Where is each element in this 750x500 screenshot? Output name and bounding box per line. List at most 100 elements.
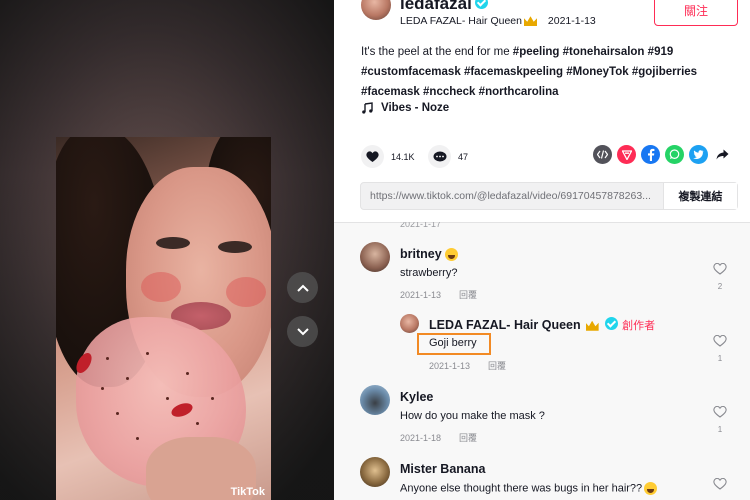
tiktok-watermark: TikTok: [230, 486, 265, 498]
video-panel: TikTok: [0, 0, 334, 500]
hashtag-link[interactable]: #facemaskpeeling: [464, 66, 563, 78]
hashtag-link[interactable]: #MoneyTok: [566, 66, 628, 78]
heart-outline-icon: [713, 405, 727, 418]
reply-button[interactable]: 回覆: [488, 361, 506, 371]
video-content-cheek: [226, 277, 266, 307]
comment-author[interactable]: Mister Banana: [400, 462, 485, 476]
caption-text: It's the peel at the end for me: [361, 46, 513, 58]
seed: [196, 422, 199, 425]
comment-author-name: LEDA FAZAL- Hair Queen: [429, 318, 581, 332]
comment-button[interactable]: [428, 145, 451, 168]
facebook-icon[interactable]: [641, 145, 660, 164]
previous-video-button[interactable]: [287, 272, 318, 303]
author-display-name: LEDA FAZAL- Hair Queen: [400, 15, 522, 27]
seed: [106, 357, 109, 360]
reply-button[interactable]: 回覆: [459, 433, 477, 443]
hashtag-link[interactable]: #customfacemask: [361, 66, 461, 78]
music-note-icon: [362, 102, 373, 114]
crown-icon: [523, 16, 537, 27]
comment-date: 2021-1-18: [400, 433, 442, 443]
chevron-up-icon: [296, 284, 309, 292]
comment-count: 47: [458, 151, 469, 162]
video-player[interactable]: TikTok: [56, 137, 271, 500]
comment-like[interactable]: [712, 477, 728, 495]
follow-button[interactable]: 關注: [654, 0, 738, 26]
heart-outline-icon: [713, 334, 727, 347]
comment-like[interactable]: 1: [712, 405, 728, 434]
hashtag-link[interactable]: #tonehairsalon: [563, 46, 645, 58]
hashtag-link[interactable]: #gojiberries: [632, 66, 697, 78]
seed: [186, 372, 189, 375]
crown-icon: [585, 320, 599, 331]
verified-icon: [605, 317, 619, 331]
next-video-button[interactable]: [287, 316, 318, 347]
author-header: ledafazal LEDA FAZAL- Hair Queen 2021-1-…: [334, 0, 750, 30]
video-link-url[interactable]: https://www.tiktok.com/@ledafazal/video/…: [361, 183, 663, 209]
video-content-eye: [156, 237, 190, 249]
comment-like[interactable]: 1: [712, 334, 728, 363]
video-content-eye: [218, 241, 252, 253]
verified-icon: [474, 0, 488, 10]
comment-action[interactable]: 47: [428, 145, 468, 168]
hashtag-link[interactable]: #peeling: [513, 46, 560, 58]
laughing-emoji-icon: [445, 248, 459, 262]
comment-text: Goji berry: [429, 337, 477, 349]
like-action[interactable]: 14.1K: [361, 145, 415, 168]
video-caption: It's the peel at the end for me #peeling…: [361, 42, 736, 102]
creator-badge: 創作者: [622, 320, 656, 332]
seed: [146, 352, 149, 355]
partial-comment-meta: 2021-1-17: [400, 222, 442, 229]
avatar[interactable]: [360, 457, 390, 487]
video-content-cheek: [141, 272, 181, 302]
comment-meta: 2021-1-18 回覆: [400, 431, 477, 444]
grinning-emoji-icon: [644, 482, 658, 495]
comment-author[interactable]: LEDA FAZAL- Hair Queen 創作者: [429, 317, 655, 333]
author-avatar[interactable]: [361, 0, 391, 20]
heart-outline-icon: [713, 477, 727, 490]
seed: [126, 377, 129, 380]
author-username[interactable]: ledafazal: [400, 0, 488, 14]
comments-list[interactable]: 2021-1-17 britney strawberry? 2021-1-13 回…: [334, 222, 750, 500]
whatsapp-glyph: [669, 149, 680, 160]
comment-like-count: 1: [717, 425, 723, 434]
comment-text: How do you make the mask ?: [400, 410, 545, 422]
embed-icon[interactable]: [593, 145, 612, 164]
like-button[interactable]: [361, 145, 384, 168]
heart-icon: [366, 150, 379, 162]
facebook-glyph: [647, 148, 654, 161]
seed: [136, 437, 139, 440]
comment-text: strawberry?: [400, 267, 458, 279]
embed-glyph: [597, 150, 608, 159]
hashtag-link[interactable]: #919: [648, 46, 674, 58]
video-link-box: https://www.tiktok.com/@ledafazal/video/…: [360, 182, 738, 210]
seed: [166, 397, 169, 400]
author-subline: LEDA FAZAL- Hair Queen 2021-1-13: [400, 15, 596, 27]
avatar[interactable]: [360, 242, 390, 272]
hashtag-link[interactable]: #northcarolina: [479, 86, 559, 98]
seed: [211, 397, 214, 400]
comment-meta: 2021-1-13 回覆: [429, 359, 506, 372]
reply-button[interactable]: 回覆: [459, 290, 477, 300]
video-details-panel: ledafazal LEDA FAZAL- Hair Queen 2021-1-…: [334, 0, 750, 500]
music-link[interactable]: Vibes - Noze: [361, 102, 449, 114]
comment-like-count: 2: [717, 282, 723, 291]
like-count: 14.1K: [391, 151, 415, 162]
seed: [116, 412, 119, 415]
action-bar: 14.1K 47: [361, 145, 741, 169]
send-icon[interactable]: [617, 145, 636, 164]
avatar[interactable]: [400, 314, 419, 333]
share-arrow-icon[interactable]: [713, 145, 732, 164]
seed: [101, 387, 104, 390]
comment-like[interactable]: 2: [712, 262, 728, 291]
whatsapp-icon[interactable]: [665, 145, 684, 164]
comment-author[interactable]: Kylee: [400, 390, 433, 404]
twitter-icon[interactable]: [689, 145, 708, 164]
hashtag-link[interactable]: #facemask: [361, 86, 420, 98]
avatar[interactable]: [360, 385, 390, 415]
hashtag-link[interactable]: #nccheck: [423, 86, 475, 98]
comment-author[interactable]: britney: [400, 247, 459, 262]
share-arrow-glyph: [716, 149, 729, 160]
username-text: ledafazal: [400, 0, 472, 13]
post-date: 2021-1-13: [547, 15, 596, 27]
copy-link-button[interactable]: 複製連結: [663, 183, 737, 209]
